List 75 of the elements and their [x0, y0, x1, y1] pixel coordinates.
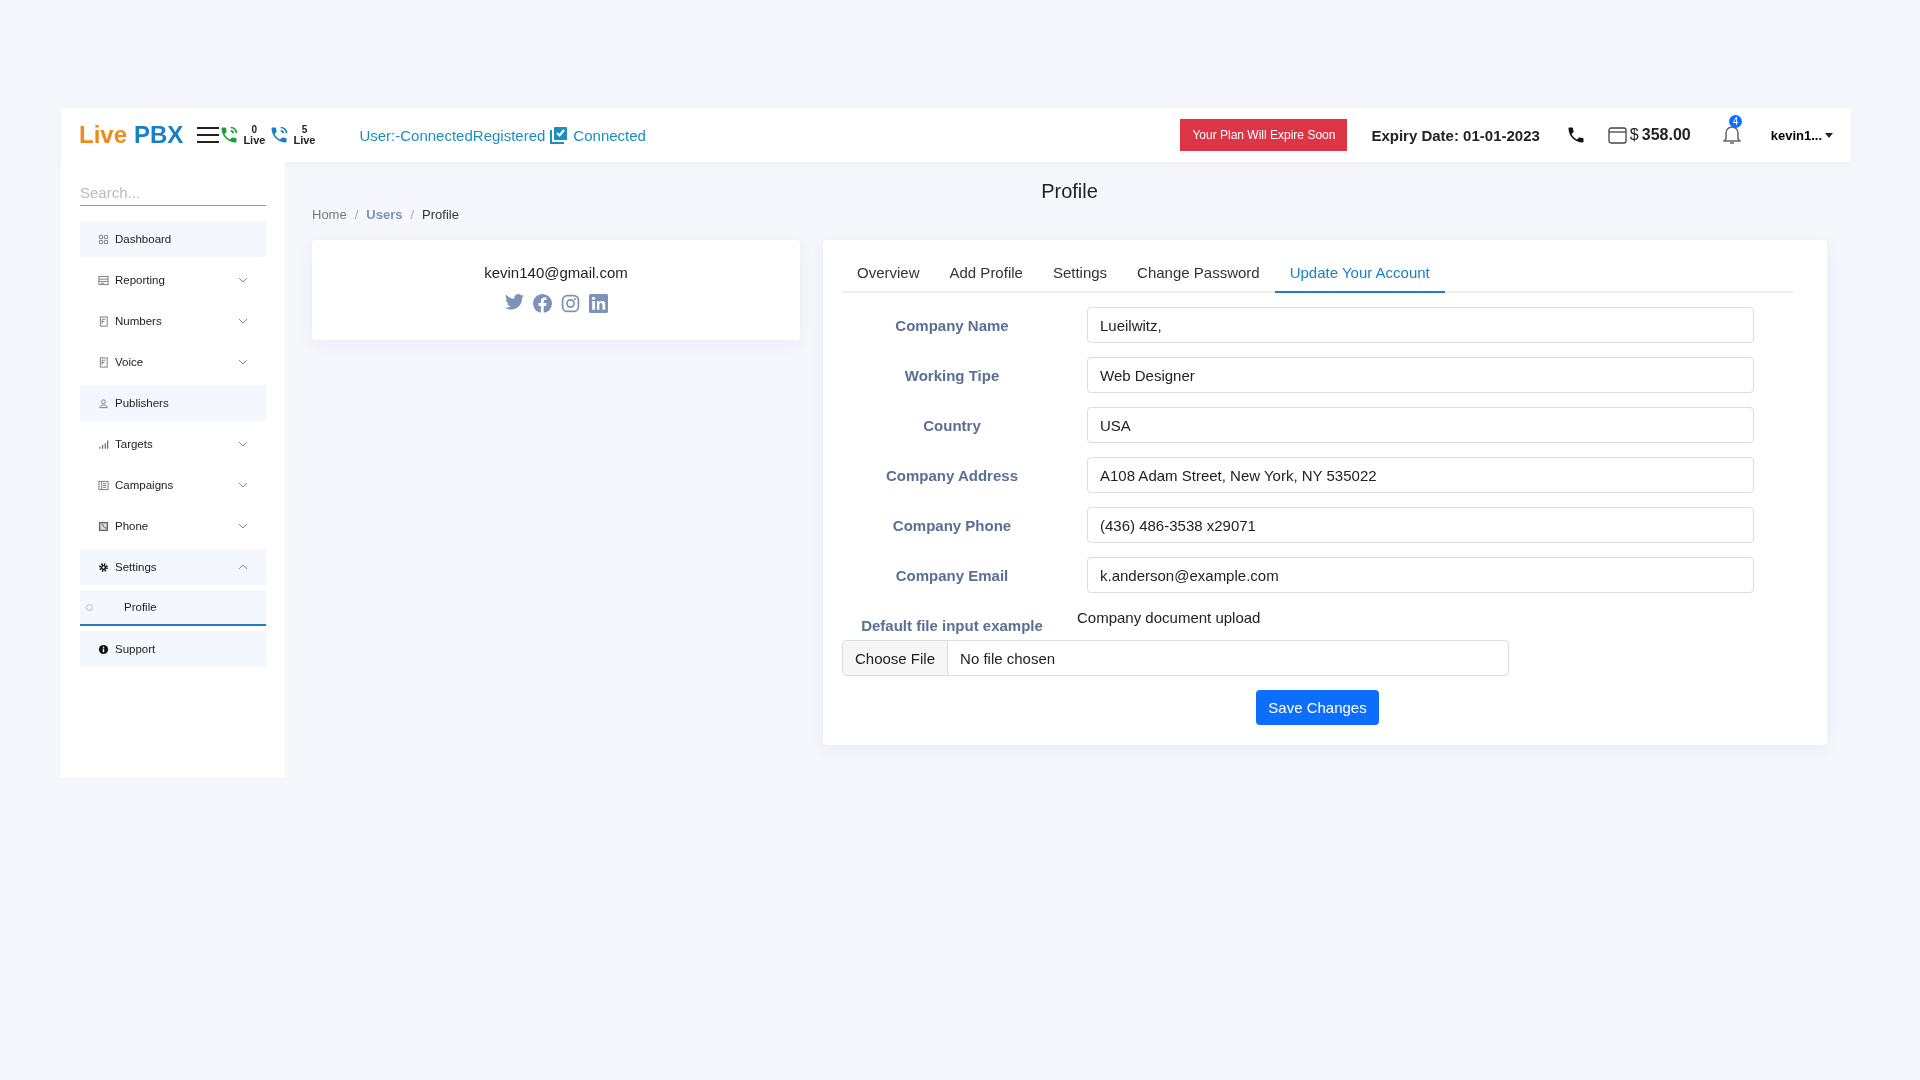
notification-badge: 4	[1728, 115, 1743, 128]
sidebar-item[interactable]: Numbers	[80, 303, 266, 339]
wallet-icon	[1607, 126, 1627, 144]
live-count: 0	[251, 124, 258, 135]
sidebar-item[interactable]: Targets	[80, 426, 266, 462]
linkedin-icon[interactable]	[588, 294, 608, 313]
caret-icon	[1825, 132, 1833, 138]
save-button[interactable]: Save Changes	[1256, 690, 1379, 725]
sidebar-item[interactable]: Voice	[80, 344, 266, 380]
input-field[interactable]: (436) 486-3538 x29071	[1087, 507, 1754, 543]
breadcrumb-link[interactable]: Home	[312, 207, 347, 222]
search-field[interactable]: Search...	[80, 180, 266, 206]
sidebar-item[interactable]: Support	[80, 631, 266, 667]
input-field[interactable]: Lueilwitz,	[1087, 307, 1754, 343]
input-field[interactable]: USA	[1087, 407, 1754, 443]
bell-icon[interactable]	[1722, 125, 1741, 145]
expiry-date: Expiry Date: 01-01-2023	[1371, 126, 1540, 144]
sidebar-item[interactable]: Phone	[80, 508, 266, 544]
grid-icon	[98, 233, 109, 245]
document-icon	[98, 356, 109, 368]
sidebar-item[interactable]: Settings	[80, 549, 266, 585]
person-icon	[98, 397, 109, 409]
field-label: Country	[922, 416, 982, 434]
choose-file-button[interactable]: Choose File	[843, 641, 949, 675]
phone-icon	[269, 125, 290, 145]
field-label: Working Tipe	[903, 366, 1001, 384]
breadcrumb-separator: /	[354, 207, 359, 222]
live-label: Live	[243, 135, 266, 146]
tab[interactable]: Settings	[1037, 256, 1123, 293]
field-label: Company Address	[885, 466, 1019, 484]
file-input[interactable]: Choose File No file chosen	[842, 640, 1509, 676]
field-label: Company Name	[894, 316, 1010, 334]
tab[interactable]: Change Password	[1122, 256, 1275, 293]
tab[interactable]: Add Profile	[934, 256, 1038, 293]
sidebar-item[interactable]: Publishers	[80, 385, 266, 421]
bar-chart-icon	[98, 438, 109, 450]
input-field[interactable]: A108 Adam Street, New York, NY 535022	[1087, 457, 1754, 493]
document-icon	[98, 315, 109, 327]
menu-icon[interactable]	[197, 126, 220, 144]
table-icon	[98, 274, 109, 286]
logo-text: PBX	[134, 121, 184, 149]
sidebar-subitem[interactable]: Profile	[80, 590, 266, 626]
input-field[interactable]: Web Designer	[1087, 357, 1754, 393]
sidebar-item[interactable]: Reporting	[80, 262, 266, 298]
profile-email: kevin140@gmail.com	[484, 264, 628, 281]
live-count: 5	[301, 124, 308, 135]
sidebar-item[interactable]: Campaigns	[80, 467, 266, 503]
breadcrumb-separator: /	[410, 207, 415, 222]
connection-status: Connected	[573, 126, 646, 144]
user-status: User:-ConnectedRegistered	[359, 126, 546, 144]
list-icon	[98, 479, 109, 491]
input-field[interactable]: k.anderson@example.com	[1087, 557, 1754, 593]
field-label: Company Phone	[891, 516, 1013, 534]
phone-icon	[98, 520, 109, 532]
plan-expiry-button[interactable]: Your Plan Will Expire Soon	[1180, 119, 1348, 151]
file-caption: Company document upload	[1077, 609, 1261, 626]
tab[interactable]: Update Your Account	[1274, 256, 1445, 293]
live-label: Live	[293, 135, 316, 146]
currency-symbol: $	[1629, 126, 1639, 144]
sidebar-item[interactable]: Dashboard	[80, 221, 266, 257]
tab[interactable]: Overview	[842, 256, 935, 293]
balance-amount: 358.00	[1641, 126, 1691, 144]
info-icon	[98, 643, 109, 655]
phone-icon	[219, 125, 240, 145]
field-label: Default file input example	[860, 617, 1044, 634]
facebook-icon[interactable]	[532, 294, 552, 313]
bird-icon[interactable]	[504, 294, 524, 310]
user-menu[interactable]: kevin1...	[1770, 127, 1833, 143]
settings-icon	[98, 561, 109, 573]
logo-text: Live	[79, 121, 128, 149]
field-label: Company Email	[894, 566, 1010, 584]
instagram-icon[interactable]	[560, 294, 580, 313]
file-status: No file chosen	[959, 649, 1056, 667]
page-title: Profile	[1040, 180, 1099, 203]
breadcrumb-current: Profile	[422, 207, 459, 222]
